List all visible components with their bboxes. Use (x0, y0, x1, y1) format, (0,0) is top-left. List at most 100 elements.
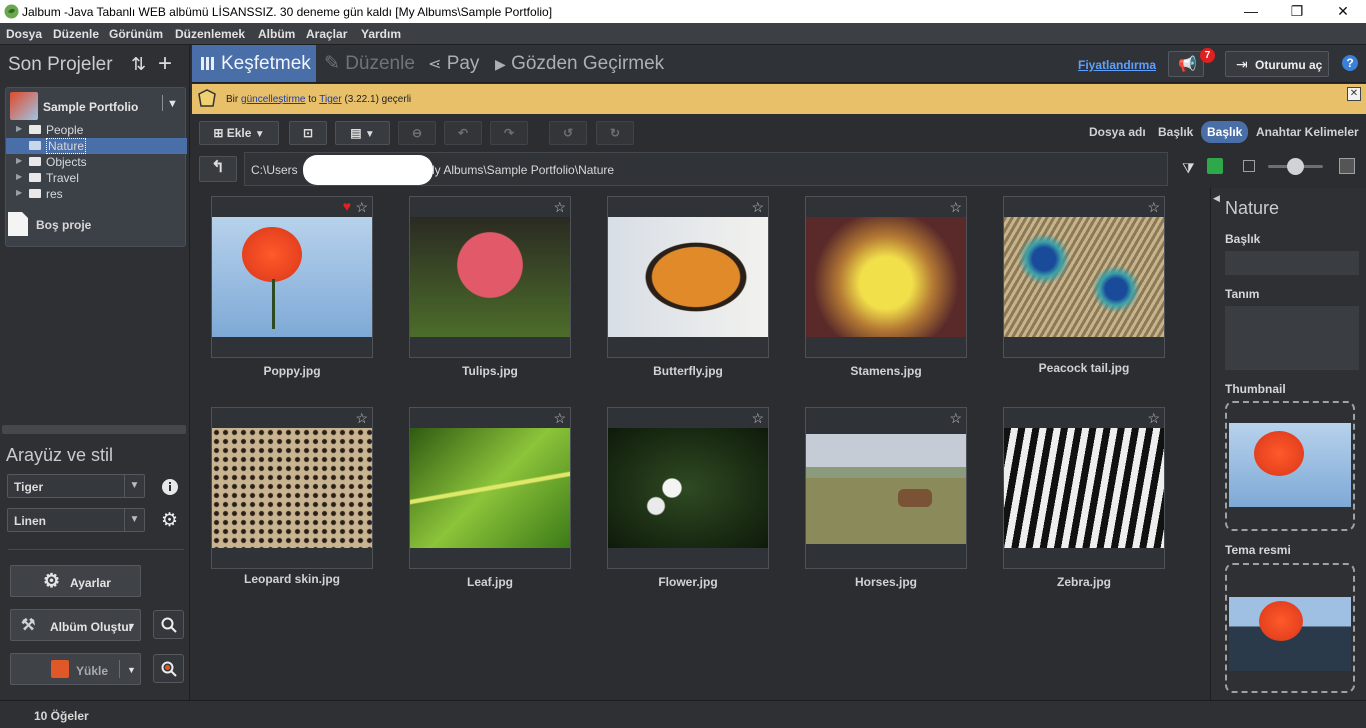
tree-item-res[interactable]: ▶ res (6, 186, 187, 202)
slider-thumb[interactable] (1287, 158, 1304, 175)
star-icon[interactable]: ☆ (553, 410, 566, 427)
tree-item-travel[interactable]: ▶ Travel (6, 170, 187, 186)
upload-button[interactable]: Yükle ▼ (10, 653, 141, 685)
tab-share[interactable]: ⋖ Pay (428, 45, 479, 82)
description-input[interactable] (1225, 306, 1359, 370)
sort-keywords[interactable]: Anahtar Kelimeler (1256, 125, 1359, 139)
filter-icon[interactable]: ⧩ (1182, 160, 1195, 177)
star-icon[interactable]: ☆ (751, 410, 764, 427)
thumbnail-image (608, 428, 768, 548)
star-icon[interactable]: ☆ (949, 199, 962, 216)
thumbnail-drop-zone[interactable] (1225, 401, 1355, 531)
project-menu-chevron-icon[interactable]: ▼ (167, 98, 178, 110)
grid-item-tulips[interactable]: ☆ (409, 196, 571, 358)
skin-link[interactable]: Tiger (319, 94, 341, 105)
online-preview-search-icon[interactable] (153, 654, 184, 683)
style-settings-gear-icon[interactable]: ⚙ (154, 507, 185, 536)
add-project-icon[interactable]: + (158, 50, 172, 78)
settings-button[interactable]: ⚙ Ayarlar (10, 565, 141, 597)
undo-button[interactable]: ↺ (549, 121, 587, 145)
tree-item-nature[interactable]: Nature (6, 138, 187, 154)
path-field[interactable]: C:\Users ly Albums\Sample Portfolio\Natu… (244, 152, 1168, 186)
favorite-heart-icon[interactable]: ♥ (343, 198, 351, 214)
tab-explore[interactable]: Keşfetmek (192, 45, 316, 82)
star-icon[interactable]: ☆ (949, 410, 962, 427)
thumbnail-size-slider[interactable] (1268, 158, 1323, 175)
grid-item-stamens[interactable]: ☆ (805, 196, 967, 358)
expand-arrow-icon[interactable]: ▶ (16, 172, 22, 181)
star-icon[interactable]: ☆ (355, 410, 368, 427)
star-icon[interactable]: ☆ (355, 199, 368, 216)
grid-item-zebra[interactable]: ☆ (1003, 407, 1165, 569)
menu-view[interactable]: Görünüm (109, 27, 163, 41)
sort-title[interactable]: Başlık (1158, 125, 1193, 139)
grid-item-leopard-skin[interactable]: ☆ (211, 407, 373, 569)
expand-arrow-icon[interactable]: ▶ (16, 188, 22, 197)
remove-button[interactable]: ⊖ (398, 121, 436, 145)
make-album-button[interactable]: ⚒ Albüm Oluştur ▼ (10, 609, 141, 641)
menu-help[interactable]: Yardım (361, 27, 401, 41)
redo-button[interactable]: ↻ (596, 121, 634, 145)
pricing-link[interactable]: Fiyatlandırma (1078, 58, 1156, 72)
menu-album[interactable]: Albüm (258, 27, 295, 41)
small-thumbnail-icon[interactable] (1243, 160, 1255, 172)
settings-button-label: Ayarlar (70, 576, 111, 590)
grid-item-leaf[interactable]: ☆ (409, 407, 571, 569)
menu-tools[interactable]: Araçlar (306, 27, 347, 41)
help-icon[interactable]: ? (1342, 55, 1358, 71)
parent-folder-button[interactable]: ↰ (199, 156, 237, 182)
notifications-button[interactable]: 📢 (1168, 51, 1204, 77)
rotate-left-button[interactable]: ↶ (444, 121, 482, 145)
sort-caption-active[interactable]: Başlık (1201, 121, 1249, 143)
chevron-down-icon[interactable]: ▼ (127, 665, 136, 675)
star-icon[interactable]: ☆ (553, 199, 566, 216)
new-folder-button[interactable]: ⊡ (289, 121, 327, 145)
preview-search-icon[interactable] (153, 610, 184, 639)
menu-edit[interactable]: Düzenle (53, 27, 99, 41)
star-icon[interactable]: ☆ (751, 199, 764, 216)
add-green-icon[interactable] (1207, 158, 1223, 174)
sort-filename[interactable]: Dosya adı (1089, 125, 1146, 139)
title-input[interactable] (1225, 251, 1359, 275)
mode-tab-bar: Keşfetmek ✎ Düzenle ⋖ Pay ▶ Gözden Geçir… (192, 45, 1366, 83)
left-panel: Son Projeler ⇅ + Sample Portfolio ▼ ▶ Peo… (0, 45, 190, 700)
star-icon[interactable]: ☆ (1147, 410, 1160, 427)
grid-item-butterfly[interactable]: ☆ (607, 196, 769, 358)
theme-image-drop-zone[interactable] (1225, 563, 1355, 693)
expand-arrow-icon[interactable]: ▶ (16, 156, 22, 165)
login-button[interactable]: ⇥ Oturumu aç (1225, 51, 1329, 77)
tab-edit[interactable]: ✎ Düzenle (324, 45, 415, 82)
gear-icon: ⚙ (43, 571, 61, 592)
large-thumbnail-icon[interactable] (1339, 158, 1355, 174)
menu-file[interactable]: Dosya (6, 27, 42, 41)
expand-arrow-icon[interactable]: ▶ (16, 124, 22, 133)
skin-select[interactable]: Tiger ▼ (7, 474, 145, 498)
empty-project-label[interactable]: Boş proje (36, 218, 91, 232)
tree-item-people[interactable]: ▶ People (6, 122, 187, 138)
collapse-arrow-icon[interactable]: ◀ (1213, 193, 1220, 204)
tree-item-objects[interactable]: ▶ Objects (6, 154, 187, 170)
new-text-page-button[interactable]: ▤ ▼ (335, 121, 390, 145)
skin-info-icon[interactable] (154, 473, 185, 502)
play-icon: ▶ (495, 56, 506, 72)
grid-item-peacock-tail[interactable]: ☆ (1003, 196, 1165, 358)
maximize-button[interactable]: ❐ (1274, 0, 1320, 23)
close-window-button[interactable]: ✕ (1320, 0, 1366, 23)
update-link[interactable]: güncelleştirme (241, 94, 305, 105)
rotate-right-button[interactable]: ↷ (490, 121, 528, 145)
horizontal-scrollbar[interactable] (2, 425, 186, 434)
tab-review[interactable]: ▶ Gözden Geçirmek (495, 45, 664, 82)
grid-item-flower[interactable]: ☆ (607, 407, 769, 569)
menu-arrange[interactable]: Düzenlemek (175, 27, 245, 41)
project-name[interactable]: Sample Portfolio (43, 100, 138, 114)
style-select[interactable]: Linen ▼ (7, 508, 145, 532)
add-button[interactable]: ⊞ Ekle ▼ (199, 121, 279, 145)
chevron-down-icon[interactable]: ▼ (127, 621, 136, 631)
close-notice-icon[interactable]: ✕ (1347, 87, 1361, 101)
sort-icon[interactable]: ⇅ (131, 54, 146, 75)
star-icon[interactable]: ☆ (1147, 199, 1160, 216)
empty-project-icon[interactable] (8, 212, 28, 236)
grid-item-horses[interactable]: ☆ (805, 407, 967, 569)
grid-item-poppy[interactable]: ♥ ☆ (211, 196, 373, 358)
minimize-button[interactable]: — (1228, 0, 1274, 23)
